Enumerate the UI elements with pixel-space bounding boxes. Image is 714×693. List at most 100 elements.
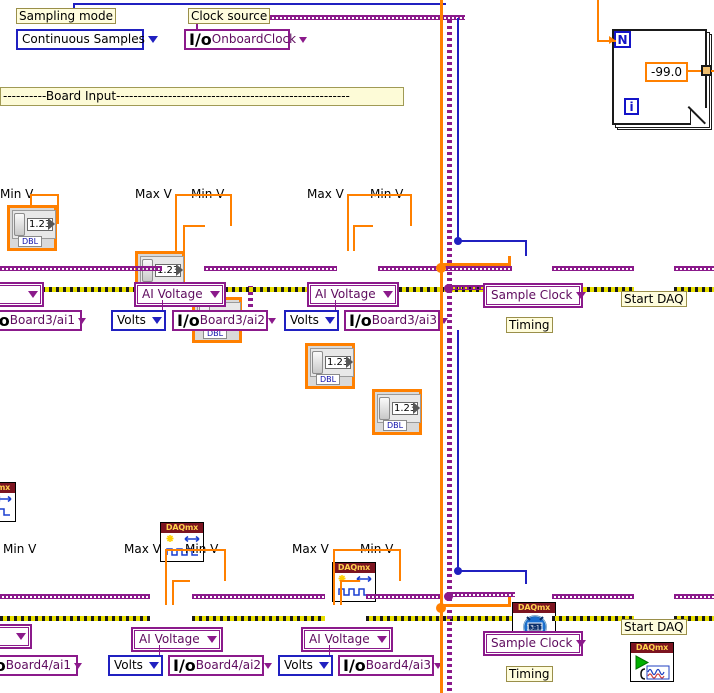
measurement-ring-inner[interactable]: AI Voltage <box>304 630 390 649</box>
row2-physical-channel-1[interactable]: I/o Board4/ai2 <box>168 655 273 676</box>
chevron-down-icon[interactable] <box>78 317 87 324</box>
physical-channel-value: Board4/ai1 <box>5 658 72 672</box>
physical-channel-dropdown[interactable] <box>74 657 83 674</box>
physical-channel-cell: I/o Board4/ai1 <box>0 656 74 675</box>
wire-row1-task-far-right <box>674 266 714 271</box>
row1-maxv-label-3: Max V <box>307 187 344 201</box>
measurement-ring-inner[interactable]: AI Voltage <box>134 630 220 649</box>
chevron-down-icon[interactable] <box>264 662 273 669</box>
timing-ring-outer[interactable]: Sample Clock <box>483 283 587 308</box>
row1-timing-ring[interactable]: Sample Clock <box>483 283 587 308</box>
board-input-comment[interactable]: ----------Board Input-------------------… <box>0 87 404 106</box>
chevron-down-icon[interactable] <box>74 662 83 669</box>
timing-ring-inner[interactable]: Sample Clock <box>486 286 587 305</box>
row1-numeric-control-0[interactable]: 1.23 DBL <box>7 205 57 251</box>
clock-source-dropdown-button[interactable] <box>299 31 308 48</box>
row1-physical-channel-2[interactable]: I/o Board3/ai3 <box>344 310 449 331</box>
timing-ring-inner[interactable]: Sample Clock <box>486 634 587 653</box>
row1-measurement-ring-2[interactable]: AI Voltage <box>307 282 399 307</box>
measurement-ring-inner[interactable]: age <box>0 285 41 304</box>
row2-units-ring-1[interactable]: Volts <box>108 655 163 676</box>
chevron-down-icon[interactable] <box>325 317 335 324</box>
chevron-down-icon[interactable] <box>210 291 220 298</box>
measurement-ring-outer[interactable]: AI Voltage <box>134 282 226 307</box>
measurement-ring-outer[interactable]: e <box>0 624 32 649</box>
chevron-down-icon[interactable] <box>28 291 38 298</box>
io-terminal-icon: I/o <box>173 656 196 675</box>
row2-physical-channel-0[interactable]: I/o Board4/ai1 <box>0 655 83 676</box>
row1-measurement-ring-0[interactable]: age <box>0 282 44 307</box>
row1-numeric-control-3[interactable]: 1.23 DBL <box>305 343 355 389</box>
wire-task-to-timing-2 <box>447 592 515 597</box>
chevron-down-icon[interactable] <box>147 36 158 43</box>
row2-physical-channel-2[interactable]: I/o Board4/ai3 <box>338 655 443 676</box>
physical-channel-value: Board4/ai3 <box>365 658 432 672</box>
wire-row1-task-right <box>552 266 634 271</box>
chevron-down-icon[interactable] <box>207 636 217 643</box>
row2-measurement-ring-0[interactable]: e <box>0 624 32 649</box>
wire-loop-n-arrowhead <box>609 36 615 44</box>
wire-orange-to-timing-2b <box>508 596 511 607</box>
row1-units-ring-1[interactable]: Volts <box>111 310 166 331</box>
row2-measurement-ring-1[interactable]: AI Voltage <box>131 627 223 652</box>
trunk-wire-blue-2-h <box>457 570 527 572</box>
measurement-value: AI Voltage <box>309 632 370 646</box>
chevron-down-icon[interactable] <box>383 291 393 298</box>
chevron-down-icon[interactable] <box>576 292 587 299</box>
wire-row2-task-mid2 <box>366 594 442 599</box>
row1-physical-channel-1[interactable]: I/o Board3/ai2 <box>172 310 277 331</box>
physical-channel-cell: I/o Board4/ai3 <box>340 656 434 675</box>
chevron-down-icon[interactable] <box>152 317 162 324</box>
measurement-ring-outer[interactable]: age <box>0 282 44 307</box>
row2-maxv-label-3: Max V <box>292 542 329 556</box>
row1-start-task-vi[interactable]: DAQmx <box>630 642 674 682</box>
row2-minv-label-0: Min V <box>3 542 37 556</box>
measurement-ring-outer[interactable]: AI Voltage <box>301 627 393 652</box>
io-terminal-icon: I/o <box>0 311 10 330</box>
row2-measurement-ring-2[interactable]: AI Voltage <box>301 627 393 652</box>
chevron-down-icon[interactable] <box>377 636 387 643</box>
chevron-down-icon[interactable] <box>299 36 308 43</box>
measurement-ring-inner[interactable]: AI Voltage <box>137 285 223 304</box>
measurement-ring-inner[interactable]: AI Voltage <box>310 285 396 304</box>
wire-clock-source-task <box>250 15 465 20</box>
chevron-down-icon[interactable] <box>149 662 159 669</box>
wire-row1-minv2-down <box>175 194 177 251</box>
row1-numeric-control-4[interactable]: 1.23 DBL <box>372 389 422 435</box>
row1-measurement-ring-1[interactable]: AI Voltage <box>134 282 226 307</box>
chevron-down-icon[interactable] <box>16 633 26 640</box>
timing-value: Sample Clock <box>491 636 573 650</box>
physical-channel-dropdown[interactable] <box>78 312 87 329</box>
row1-create-channel-vi-0[interactable]: DAQmx <box>0 482 16 522</box>
wire-row1-minv0-down <box>30 194 32 206</box>
wire-row1-minv2-up <box>230 194 232 226</box>
numeric-type-dbl: DBL <box>18 236 43 247</box>
row1-units-ring-2[interactable]: Volts <box>284 310 339 331</box>
trunk-wire-blue-1 <box>457 18 459 240</box>
loop-numeric-constant[interactable]: -99.0 <box>645 62 689 82</box>
chevron-down-icon[interactable] <box>576 640 587 647</box>
spinner-icon[interactable] <box>379 397 390 420</box>
loop-iteration-terminal[interactable]: i <box>624 98 639 115</box>
clock-source-value: OnboardClock <box>211 32 297 46</box>
chevron-down-icon[interactable] <box>268 317 277 324</box>
clock-source-ring[interactable]: I/o OnboardClock <box>184 29 308 50</box>
physical-channel-dropdown[interactable] <box>268 312 277 329</box>
wire-row2-task-far-right <box>674 594 714 599</box>
physical-channel-dropdown[interactable] <box>264 657 273 674</box>
loop-count-terminal[interactable]: N <box>614 31 631 48</box>
measurement-ring-outer[interactable]: AI Voltage <box>131 627 223 652</box>
chevron-down-icon[interactable] <box>319 662 329 669</box>
row1-physical-channel-0[interactable]: I/o Board3/ai1 <box>0 310 87 331</box>
measurement-ring-inner[interactable]: e <box>0 627 29 646</box>
timing-ring-outer[interactable]: Sample Clock <box>483 631 587 656</box>
measurement-ring-outer[interactable]: AI Voltage <box>307 282 399 307</box>
wire-orange-to-timing-1b <box>508 256 511 266</box>
row2-timing-ring[interactable]: Sample Clock <box>483 631 587 656</box>
sampling-mode-ring[interactable]: Continuous Samples <box>16 29 158 50</box>
clock-source-label: Clock source <box>188 8 271 24</box>
row2-units-ring-2[interactable]: Volts <box>278 655 333 676</box>
spinner-icon[interactable] <box>14 213 25 236</box>
spinner-icon[interactable] <box>312 351 323 374</box>
wire-row2-error-left <box>0 616 150 621</box>
